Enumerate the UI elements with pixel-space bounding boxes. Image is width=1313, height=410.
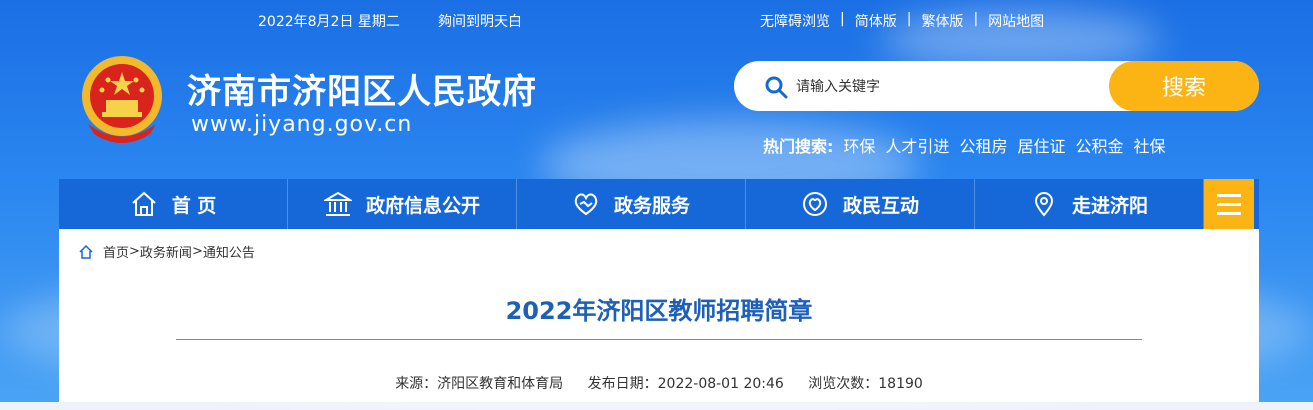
nav-item-government-info[interactable]: 政府信息公开 [288,179,517,229]
nav-item-label: 政府信息公开 [365,194,480,217]
breadcrumb-separator: > [129,244,140,259]
article-views: 浏览次数：18190 [808,376,923,392]
separator: | [840,11,845,27]
sitemap-link[interactable]: 网站地图 [988,11,1044,31]
article-title: 2022年济阳区教师招聘简章 [505,297,813,325]
breadcrumb-separator: > [191,244,203,259]
hamburger-menu-icon[interactable] [1204,179,1254,229]
separator: | [973,11,979,27]
nav-item-about-jiyang[interactable]: 走进济阳 [975,179,1204,229]
search-icon [765,76,788,99]
hot-search-item[interactable]: 环保 [843,133,875,157]
article-panel: 首页 > 政务新闻 > 通知公告 2022年济阳区教师招聘简章 来源：济阳区教育… [59,229,1259,402]
hot-search: 热门搜索: 环保 人才引进 公租房 居住证 公积金 社保 [763,133,1176,157]
breadcrumb-home[interactable]: 首页 [103,242,129,261]
people-heart-icon [802,192,827,216]
article-meta: 来源：济阳区教育和体育局 发布日期：2022-08-01 20:46 浏览次数：… [59,373,1259,393]
breadcrumb-news[interactable]: 政务新闻 [140,242,192,261]
simplified-chinese-link[interactable]: 简体版 [855,11,897,31]
breadcrumb: 首页 > 政务新闻 > 通知公告 [79,242,255,261]
top-links: 无障碍浏览 | 简体版 | 繁体版 | 网站地图 [760,11,1044,31]
hot-search-item[interactable]: 居住证 [1017,133,1065,157]
hot-search-item[interactable]: 公租房 [959,133,1007,157]
search-box: 搜索 [734,61,1259,111]
accessibility-link[interactable]: 无障碍浏览 [760,11,830,31]
site-url: www.jiyang.gov.cn [191,112,413,137]
nav-item-home[interactable]: 首 页 [59,179,288,229]
main-nav: 首 页 政府信息公开 政务服务 政民互动 走进济阳 [59,179,1259,229]
handshake-heart-icon [574,193,598,216]
home-icon [132,191,156,216]
separator: | [906,11,912,27]
national-emblem-icon [82,56,162,143]
hot-search-item[interactable]: 人才引进 [885,133,949,157]
divider [176,339,1142,340]
search-button[interactable]: 搜索 [1109,61,1259,111]
map-pin-icon [1034,192,1053,217]
current-date: 2022年8月2日 星期二 [258,14,400,30]
breadcrumb-notices[interactable]: 通知公告 [203,242,255,261]
government-building-icon [323,191,352,216]
nav-item-label: 政民互动 [842,194,919,217]
nav-item-label: 政务服务 [613,194,690,217]
traditional-chinese-link[interactable]: 繁体版 [921,11,963,31]
nav-item-label: 首 页 [171,194,217,217]
hot-search-label: 热门搜索: [763,137,834,156]
nav-item-label: 走进济阳 [1071,194,1148,217]
weather-text: 夠间到明天白 [438,14,522,30]
home-icon [79,244,93,259]
nav-item-interaction[interactable]: 政民互动 [746,179,975,229]
hot-search-item[interactable]: 公积金 [1075,133,1123,157]
hot-search-item[interactable]: 社保 [1133,133,1165,157]
article-date: 发布日期：2022-08-01 20:46 [587,376,784,392]
header-banner: 2022年8月2日 星期二 夠间到明天白 无障碍浏览 | 简体版 | 繁体版 |… [0,0,1313,410]
article-source: 来源：济阳区教育和体育局 [395,376,564,392]
nav-item-government-services[interactable]: 政务服务 [517,179,746,229]
search-input[interactable] [794,71,1098,103]
site-title[interactable]: 济南市济阳区人民政府 [187,64,537,113]
